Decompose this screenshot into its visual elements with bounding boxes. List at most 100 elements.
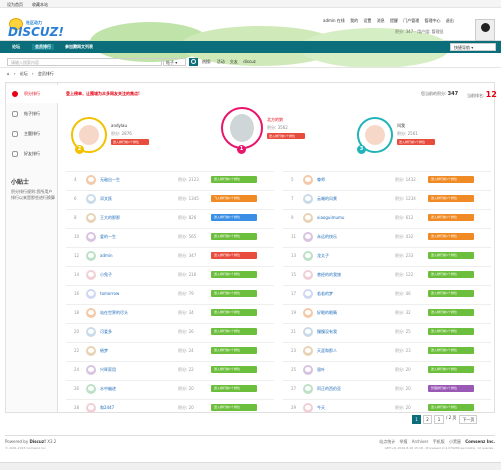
page-link[interactable]: 2 — [423, 415, 432, 424]
promote-button[interactable]: 送入排行前1个排位 — [428, 328, 474, 335]
hot-link[interactable]: discuz — [243, 59, 256, 64]
promote-button[interactable]: 送入排行前1个排位 — [267, 133, 305, 139]
username-link[interactable]: 阿正的西伯亚 — [317, 386, 341, 392]
powered-brand[interactable]: Discuz! — [29, 439, 45, 444]
avatar[interactable] — [303, 308, 313, 318]
username-link[interactable]: 天涯和那人 — [317, 348, 337, 354]
top3-name[interactable]: 叫我 — [397, 123, 405, 129]
username-link[interactable]: 倦梦 — [100, 348, 108, 354]
nav-item-ranklist[interactable]: 会员排行 — [32, 44, 54, 50]
avatar[interactable] — [86, 194, 96, 204]
user-link[interactable]: 退出 — [446, 18, 454, 23]
username-link[interactable]: 和2447 — [100, 405, 114, 411]
promote-button[interactable]: 送入排行前1个排位 — [211, 233, 257, 240]
username-link[interactable]: 若若的梦 — [317, 291, 333, 297]
avatar[interactable] — [303, 213, 313, 223]
username-link[interactable]: admin — [100, 253, 113, 258]
user-link[interactable]: 消息 — [377, 18, 385, 23]
footer-link[interactable]: 举报 — [400, 439, 408, 444]
avatar[interactable] — [86, 289, 96, 299]
page-jump-input[interactable]: 1 — [434, 415, 444, 424]
promote-button[interactable]: 送入排行前1个排位 — [211, 290, 257, 297]
promote-button[interactable]: 送入排行前1个排位 — [211, 309, 257, 316]
promote-button[interactable]: 送入排行前1个排位 — [211, 271, 257, 278]
avatar[interactable] — [86, 403, 96, 413]
user-link[interactable]: 设置 — [363, 18, 371, 23]
hot-link[interactable]: 活动 — [217, 59, 225, 64]
avatar[interactable] — [86, 232, 96, 242]
promote-button[interactable]: 送入排行前1个排位 — [211, 366, 257, 373]
avatar[interactable] — [86, 270, 96, 280]
next-page-button[interactable]: 下一页 — [459, 415, 478, 424]
promote-button[interactable]: 送入排行前1个排位 — [428, 195, 474, 202]
username-link[interactable]: 兴晖家用 — [100, 367, 116, 373]
avatar[interactable] — [303, 232, 313, 242]
avatar[interactable] — [86, 346, 96, 356]
avatar[interactable] — [86, 175, 96, 185]
promote-button[interactable]: 送入排行前1个排位 — [211, 347, 257, 354]
footer-link[interactable]: Comsenz Inc. — [465, 439, 495, 444]
username-link[interactable]: 邓文跃 — [100, 196, 112, 202]
avatar[interactable] — [475, 19, 495, 41]
sidebar-item-credits[interactable]: 积分排行 — [6, 85, 58, 103]
hot-link[interactable]: 交友 — [230, 59, 238, 64]
user-link[interactable]: admin 在线 — [323, 18, 345, 23]
avatar[interactable] — [303, 194, 313, 204]
username-link[interactable]: 尊师 — [317, 177, 325, 183]
user-link[interactable]: 我的 — [350, 18, 358, 23]
username-link[interactable]: xiaoguimumu — [317, 215, 344, 220]
username-link[interactable]: 慢慢没有我 — [317, 329, 337, 335]
username-link[interactable]: 无敌出一生 — [100, 177, 120, 183]
promote-button[interactable]: 送入排行前1个排位 — [428, 347, 474, 354]
username-link[interactable]: 爱的一生 — [100, 234, 116, 240]
promote-button[interactable]: 送入排行前1个排位 — [211, 176, 257, 183]
top3-name[interactable]: andylau — [111, 123, 127, 128]
username-link[interactable]: 小兔子 — [100, 272, 112, 278]
promote-button[interactable]: 送入排行前1个排位 — [428, 271, 474, 278]
avatar[interactable] — [86, 365, 96, 375]
footer-link[interactable]: 小黑屋 — [449, 439, 461, 444]
top3-name[interactable]: 北方的狼 — [267, 117, 283, 123]
avatar[interactable] — [86, 213, 96, 223]
username-link[interactable]: 永远的快乐 — [317, 234, 337, 240]
sidebar-item-topics[interactable]: 主题排行 — [6, 125, 58, 143]
promote-button[interactable]: 飞入排行前1个排位 — [211, 195, 257, 202]
avatar[interactable] — [303, 403, 313, 413]
promote-button[interactable]: 送入排行前1个排位 — [428, 309, 474, 316]
promote-button[interactable]: 送入排行前1个排位 — [428, 366, 474, 373]
username-link[interactable]: 好眼的眼睛 — [317, 310, 337, 316]
nav-item-forum[interactable]: 论坛 — [12, 44, 20, 50]
user-credits[interactable]: 积分: 347 · 用户组: 管理员 — [395, 29, 444, 35]
avatar[interactable] — [303, 327, 313, 337]
promote-button[interactable]: 送入排行前1个排位 — [428, 252, 474, 259]
avatar[interactable] — [303, 346, 313, 356]
promote-button[interactable]: 送入排行前1个排位 — [428, 176, 474, 183]
user-link[interactable]: 管理中心 — [425, 18, 441, 23]
username-link[interactable]: 银叶 — [317, 367, 325, 373]
avatar[interactable] — [303, 251, 313, 261]
promote-button[interactable]: 送入排行前1个排位 — [211, 328, 257, 335]
username-link[interactable]: 曾经的的我旅 — [317, 272, 341, 278]
site-logo[interactable]: DISCUZ! — [8, 25, 64, 39]
username-link[interactable]: tomorrow — [100, 291, 119, 296]
user-link[interactable]: 提醒 — [390, 18, 398, 23]
promote-button[interactable]: 送入排行前1个排位 — [428, 214, 474, 221]
breadcrumb-item[interactable]: 论坛 — [20, 71, 28, 76]
avatar[interactable] — [221, 107, 263, 149]
promote-button[interactable]: 送入排行前1个排位 — [428, 290, 474, 297]
footer-link[interactable]: 手机版 — [433, 439, 445, 444]
search-scope-select[interactable]: 帖子 ▾ — [163, 58, 186, 66]
avatar[interactable] — [86, 251, 96, 261]
avatar[interactable] — [303, 384, 313, 394]
promote-button[interactable]: 送入排行前1个排位 — [211, 214, 257, 221]
home-icon[interactable]: ⌂ — [7, 71, 10, 76]
username-link[interactable]: 今天 — [317, 405, 325, 411]
username-link[interactable]: 水中幽迹 — [100, 386, 116, 392]
sidebar-item-posts[interactable]: 帖子排行 — [6, 105, 58, 123]
promote-button[interactable]: 送入排行前1个排位 — [211, 252, 257, 259]
username-link[interactable]: 王大的那那 — [100, 215, 120, 221]
breadcrumb-item[interactable]: 会员排行 — [38, 71, 54, 76]
page-link[interactable]: 1 — [412, 415, 421, 424]
avatar[interactable] — [303, 289, 313, 299]
avatar[interactable] — [86, 327, 96, 337]
